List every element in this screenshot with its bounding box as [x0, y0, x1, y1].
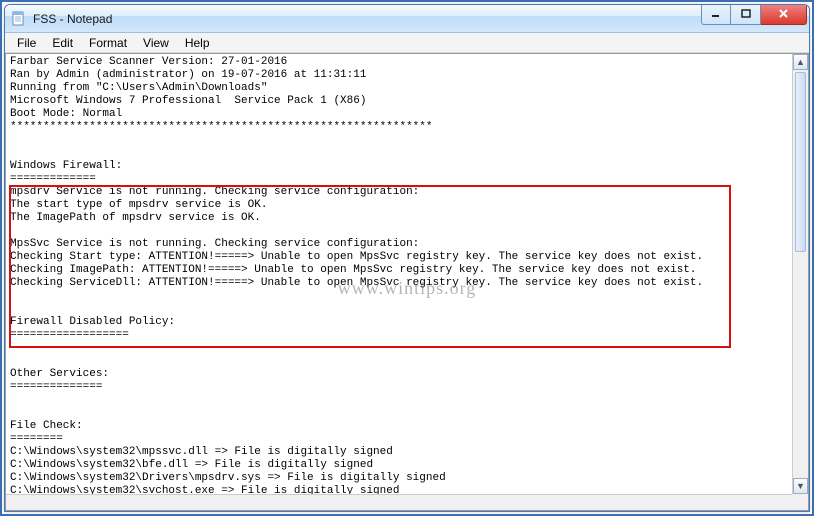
horizontal-scrollbar[interactable] — [6, 494, 792, 510]
log-line: The start type of mpsdrv service is OK. — [10, 199, 267, 211]
scroll-thumb[interactable] — [795, 72, 806, 252]
text-content[interactable]: Farbar Service Scanner Version: 27-01-20… — [6, 54, 792, 494]
log-line: Firewall Disabled Policy: — [10, 316, 175, 328]
log-line: ****************************************… — [10, 121, 432, 133]
close-button[interactable] — [761, 5, 807, 25]
log-line: File Check: — [10, 420, 83, 432]
log-line: Checking ImagePath: ATTENTION!=====> Una… — [10, 264, 697, 276]
titlebar[interactable]: FSS - Notepad — [5, 5, 809, 33]
log-line: Microsoft Windows 7 Professional Service… — [10, 95, 366, 107]
log-line: Other Services: — [10, 368, 109, 380]
notepad-icon — [11, 11, 27, 27]
log-line: MpsSvc Service is not running. Checking … — [10, 238, 419, 250]
log-line: C:\Windows\system32\bfe.dll => File is d… — [10, 459, 373, 471]
log-line: Boot Mode: Normal — [10, 108, 122, 120]
log-line: Windows Firewall: — [10, 160, 122, 172]
log-line: C:\Windows\system32\svchost.exe => File … — [10, 485, 399, 494]
log-line: Farbar Service Scanner Version: 27-01-20… — [10, 56, 287, 68]
menubar: File Edit Format View Help — [5, 33, 809, 53]
log-line: ======== — [10, 433, 63, 445]
menu-help[interactable]: Help — [177, 34, 218, 52]
log-line: mpsdrv Service is not running. Checking … — [10, 186, 419, 198]
log-line: Ran by Admin (administrator) on 19-07-20… — [10, 69, 366, 81]
menu-edit[interactable]: Edit — [44, 34, 81, 52]
log-line: ============= — [10, 173, 96, 185]
window-title: FSS - Notepad — [33, 12, 112, 26]
editor-area: Farbar Service Scanner Version: 27-01-20… — [5, 53, 809, 511]
menu-view[interactable]: View — [135, 34, 177, 52]
scroll-corner — [792, 494, 808, 510]
log-line: Checking Start type: ATTENTION!=====> Un… — [10, 251, 703, 263]
minimize-button[interactable] — [701, 5, 731, 25]
log-line: C:\Windows\system32\mpssvc.dll => File i… — [10, 446, 393, 458]
log-line: C:\Windows\system32\Drivers\mpsdrv.sys =… — [10, 472, 446, 484]
log-line: Checking ServiceDll: ATTENTION!=====> Un… — [10, 277, 703, 289]
menu-format[interactable]: Format — [81, 34, 135, 52]
scroll-up-button[interactable]: ▲ — [793, 54, 808, 70]
menu-file[interactable]: File — [9, 34, 44, 52]
window-controls — [701, 5, 807, 25]
screenshot-frame: FSS - Notepad File Edit Format View Help… — [0, 0, 814, 516]
log-line: Running from "C:\Users\Admin\Downloads" — [10, 82, 267, 94]
scroll-down-button[interactable]: ▼ — [793, 478, 808, 494]
log-line: The ImagePath of mpsdrv service is OK. — [10, 212, 261, 224]
log-line: ============== — [10, 381, 102, 393]
log-line: ================== — [10, 329, 129, 341]
vertical-scrollbar[interactable]: ▲ ▼ — [792, 54, 808, 494]
maximize-button[interactable] — [731, 5, 761, 25]
window: FSS - Notepad File Edit Format View Help… — [4, 4, 810, 512]
